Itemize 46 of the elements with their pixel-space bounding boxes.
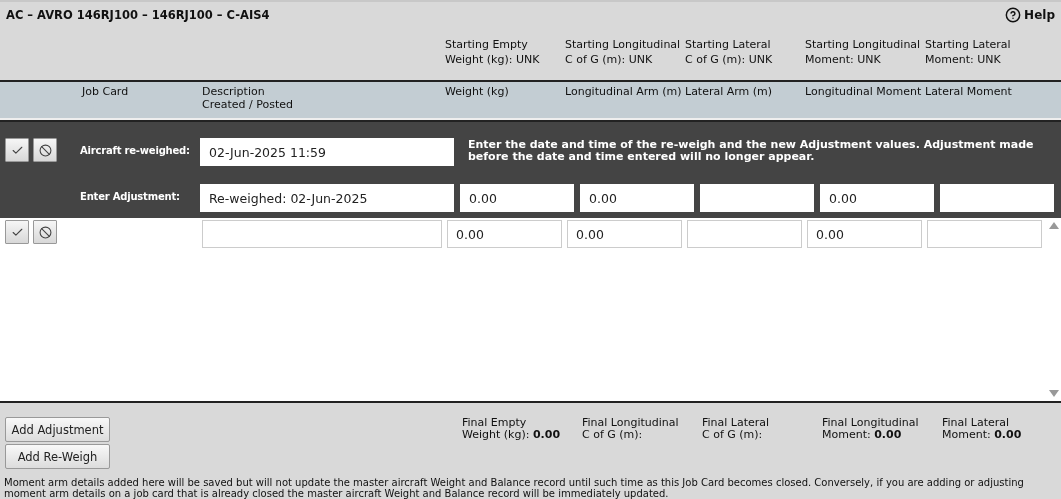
add-button[interactable]: Add Adjustment: [5, 417, 110, 442]
value-field[interactable]: [927, 220, 1042, 248]
description-field[interactable]: [202, 220, 442, 248]
value-field[interactable]: [940, 184, 1054, 212]
column-header: Lateral Moment: [925, 85, 1013, 100]
starting-value: Starting Longitudinal Moment: UNK: [805, 37, 922, 67]
column-header: Job Card: [82, 85, 130, 100]
column-header: Weight (kg): [445, 85, 510, 100]
value-field[interactable]: [687, 220, 802, 248]
date-field[interactable]: 02-Jun-2025 11:59: [200, 138, 454, 166]
add-button[interactable]: Add Re-Weigh: [5, 444, 110, 469]
starting-value: Starting Empty Weight (kg): UNK: [445, 37, 541, 67]
reweigh-label: Aircraft re-weighed:: [80, 144, 191, 158]
ban-icon: [38, 225, 52, 239]
scroll-down-icon[interactable]: [1049, 390, 1059, 397]
value-field[interactable]: 0.00: [460, 184, 574, 212]
value-field[interactable]: 0.00: [820, 184, 934, 212]
column-header: Longitudinal Arm (m): [565, 85, 683, 100]
final-value: Final Empty Weight (kg): 0.00: [462, 417, 562, 443]
scroll-up-icon[interactable]: [1049, 222, 1059, 229]
final-value: Final Lateral Moment: 0.00: [942, 417, 1023, 443]
ban-icon: [38, 143, 52, 157]
confirm-button[interactable]: [5, 138, 29, 162]
cancel-button[interactable]: [33, 220, 57, 244]
window-title: AC – AVRO 146RJ100 – 146RJ100 – C-AIS4: [6, 8, 270, 22]
starting-value: Starting Lateral C of G (m): UNK: [685, 37, 774, 67]
final-value: Final Lateral C of G (m):: [702, 417, 771, 443]
help-icon: [1005, 7, 1022, 23]
adjustment-label: Enter Adjustment:: [80, 190, 181, 204]
cancel-button[interactable]: [33, 138, 57, 162]
final-value: Final Longitudinal C of G (m):: [582, 417, 680, 443]
column-header: Description Created / Posted: [202, 85, 294, 113]
column-header: Longitudinal Moment: [805, 85, 923, 100]
value-field[interactable]: 0.00: [580, 184, 694, 212]
footnote: Moment arm details added here will be saved but will not update the master aircraft Weight and Balance record until such time as this Job Card becomes closed. Conversely, if you are adding or adjusting moment arm details on a job card that is already closed the master aircraft Weight and Balance record will be immediately updated.: [3, 476, 1025, 499]
column-header: Lateral Arm (m): [685, 85, 774, 100]
help-link[interactable]: Help: [1005, 7, 1055, 23]
value-field[interactable]: [700, 184, 814, 212]
final-value: Final Longitudinal Moment: 0.00: [822, 417, 920, 443]
value-field[interactable]: 0.00: [447, 220, 562, 248]
starting-value: Starting Lateral Moment: UNK: [925, 37, 1012, 67]
starting-value: Starting Longitudinal C of G (m): UNK: [565, 37, 682, 67]
value-field[interactable]: 0.00: [567, 220, 682, 248]
description-field[interactable]: Re-weighed: 02-Jun-2025: [200, 184, 454, 212]
value-field[interactable]: 0.00: [807, 220, 922, 248]
instruction-text: Enter the date and time of the re-weigh and the new Adjustment values. Adjustment made before the date and time entered will no longer appear.: [467, 138, 1035, 165]
